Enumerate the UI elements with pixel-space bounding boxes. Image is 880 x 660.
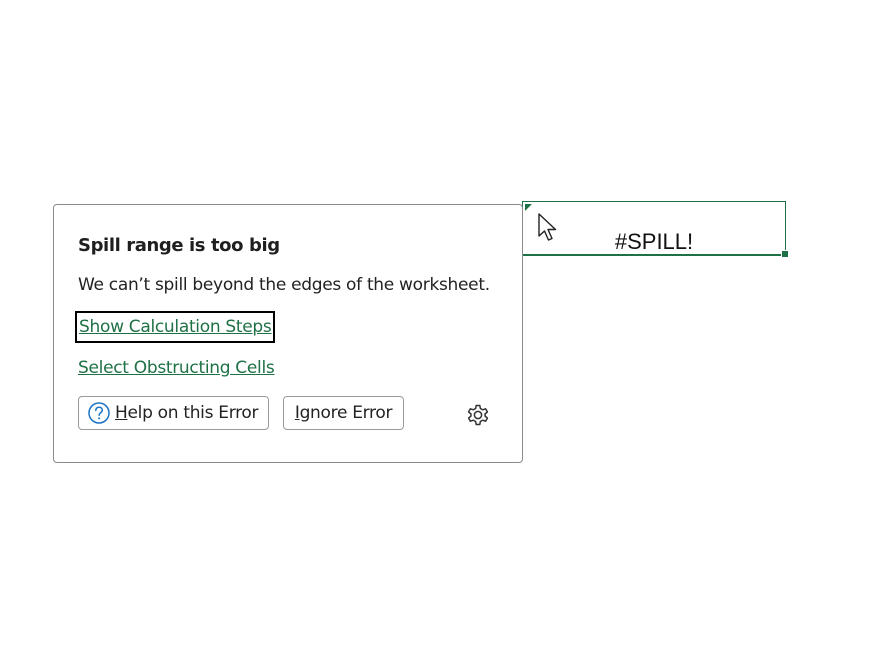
mouse-pointer-icon	[538, 213, 557, 241]
question-circle-icon	[88, 402, 110, 424]
help-accelerator: H	[115, 403, 128, 423]
spill-error-popup: Spill range is too big We can’t spill be…	[53, 204, 523, 463]
popup-title: Spill range is too big	[78, 235, 280, 256]
selected-cell[interactable]: #SPILL!	[522, 201, 789, 258]
ignore-button-label: gnore Error	[299, 403, 393, 423]
show-calculation-steps-link[interactable]: Show Calculation Steps	[75, 311, 276, 343]
cell-error-value: #SPILL!	[614, 229, 694, 254]
help-on-error-button[interactable]: Help on this Error	[78, 396, 269, 430]
worksheet-area: #SPILL! Spill range is too big We can’t …	[0, 0, 880, 660]
help-button-label: elp on this Error	[127, 403, 259, 423]
select-obstructing-cells-link[interactable]: Select Obstructing Cells	[78, 356, 275, 380]
fill-handle[interactable]	[781, 250, 789, 258]
popup-message: We can’t spill beyond the edges of the w…	[78, 275, 490, 295]
gear-icon[interactable]	[465, 402, 491, 428]
ignore-error-button[interactable]: Ignore Error	[283, 396, 404, 430]
error-indicator-flag[interactable]	[525, 204, 532, 211]
